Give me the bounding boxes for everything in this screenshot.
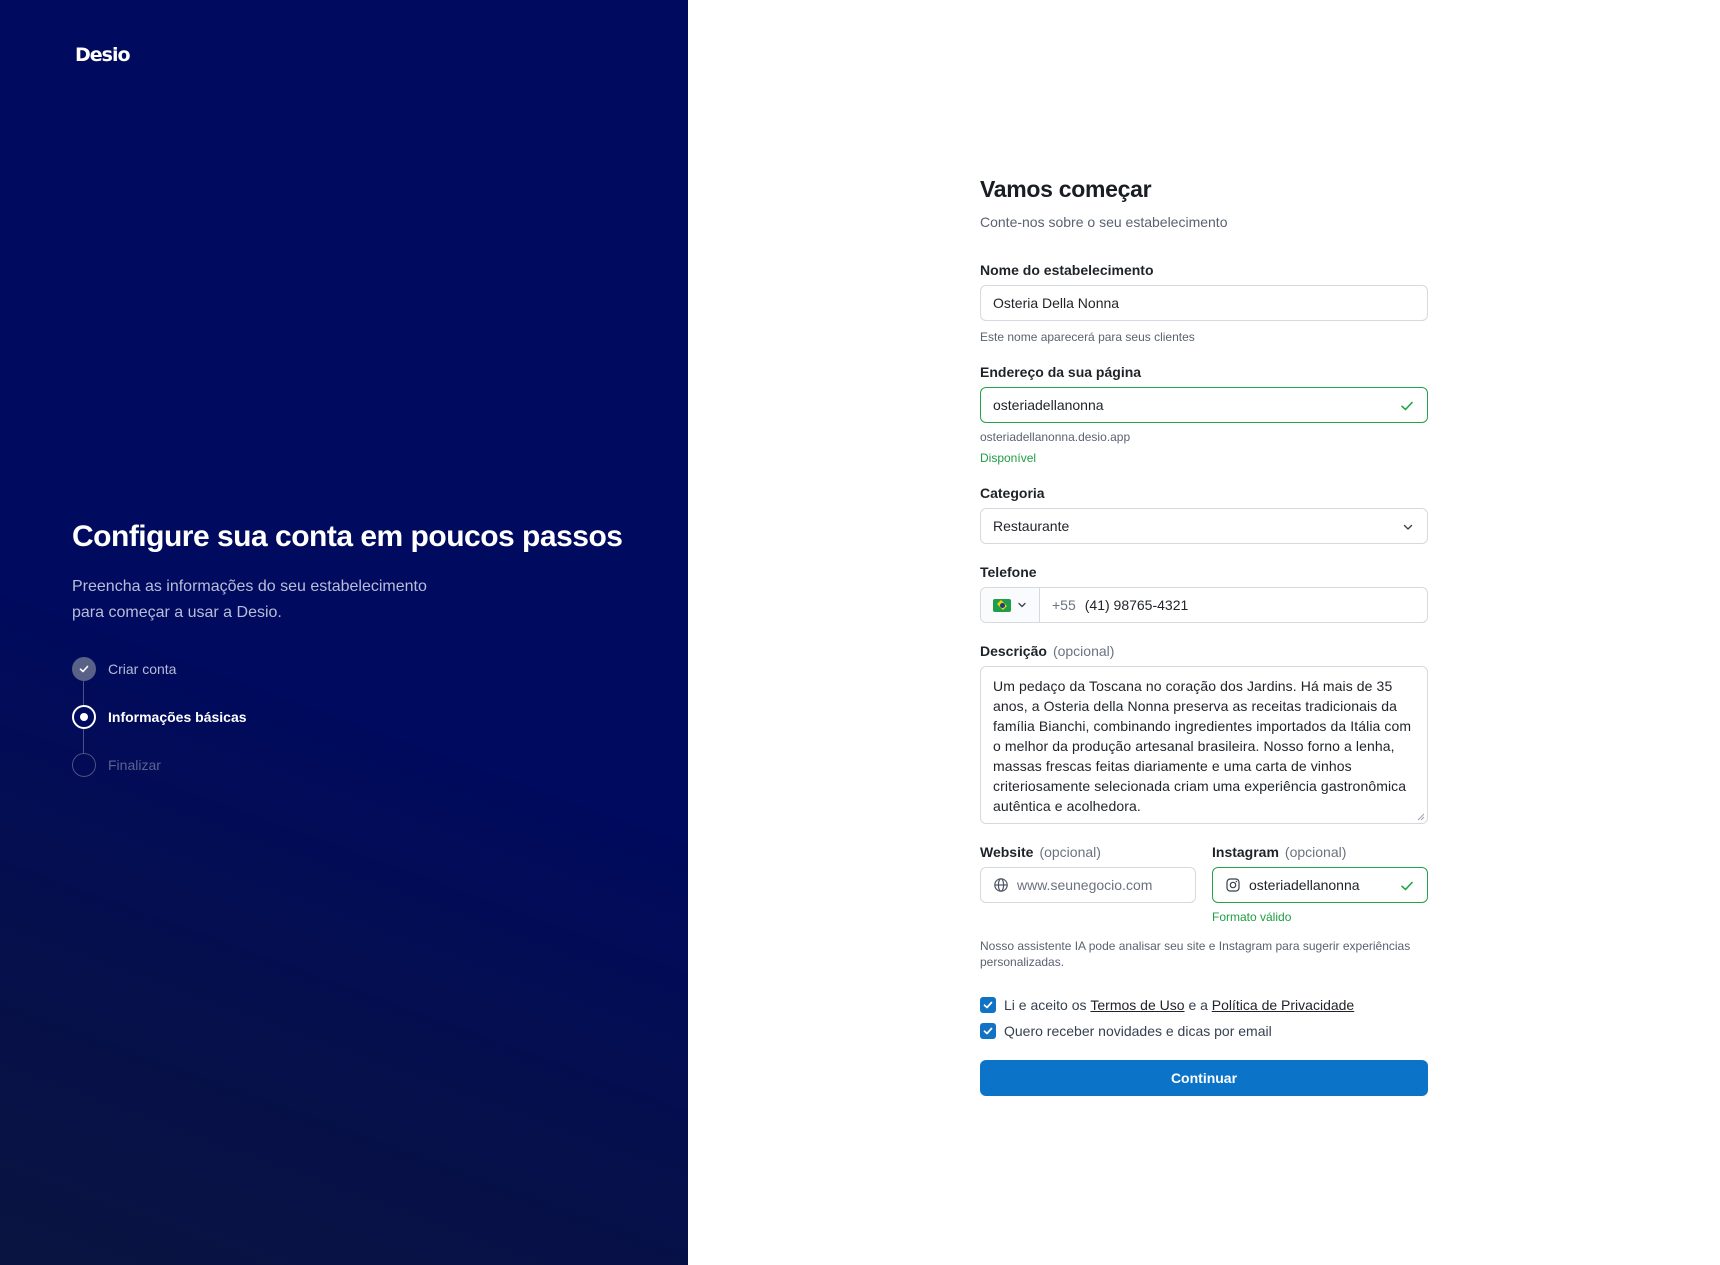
checkmark-icon bbox=[983, 1027, 993, 1035]
optional-tag: (opcional) bbox=[1039, 844, 1101, 860]
page-address-label: Endereço da sua página bbox=[980, 364, 1142, 380]
instagram-label: Instagram (opcional) bbox=[1212, 844, 1428, 860]
description-textarea[interactable]: Um pedaço da Toscana no coração dos Jard… bbox=[980, 666, 1428, 824]
globe-icon bbox=[994, 878, 1008, 892]
resize-handle-icon[interactable] bbox=[1417, 813, 1425, 821]
terms-checkbox[interactable] bbox=[980, 997, 996, 1013]
checkmark-icon bbox=[983, 1001, 993, 1009]
country-code: +55 bbox=[1052, 597, 1076, 613]
country-select[interactable] bbox=[981, 588, 1040, 622]
page-url-hint: osteriadellanonna.desio.app bbox=[980, 430, 1131, 444]
website-group: Website (opcional) www.seunegocio.com bbox=[980, 844, 1196, 924]
step-done-check-icon bbox=[72, 657, 96, 681]
newsletter-row: Quero receber novidades e dicas por emai… bbox=[980, 1023, 1428, 1039]
step-label: Criar conta bbox=[108, 661, 177, 677]
instagram-input[interactable]: osteriadellanonna bbox=[1212, 867, 1428, 903]
step-finalizar: Finalizar bbox=[72, 753, 247, 801]
chevron-down-icon bbox=[1018, 602, 1026, 608]
onboarding-side-panel: Desio Configure sua conta em poucos pass… bbox=[0, 0, 688, 1265]
step-informacoes-basicas: Informações básicas bbox=[72, 705, 247, 753]
instagram-label-text: Instagram bbox=[1212, 844, 1279, 860]
description-label: Descrição (opcional) bbox=[980, 643, 1428, 659]
logo-text: Desio bbox=[75, 44, 131, 66]
name-hint: Este nome aparecerá para seus clientes bbox=[980, 330, 1195, 344]
step-connector bbox=[83, 729, 84, 753]
website-placeholder: www.seunegocio.com bbox=[1017, 877, 1153, 893]
step-pending-icon bbox=[72, 753, 96, 777]
website-input[interactable]: www.seunegocio.com bbox=[980, 867, 1196, 903]
terms-of-use-link[interactable]: Termos de Uso bbox=[1090, 997, 1184, 1013]
step-criar-conta: Criar conta bbox=[72, 657, 247, 705]
valid-check-icon bbox=[1401, 881, 1413, 891]
phone-value: (41) 98765-4321 bbox=[1084, 597, 1189, 613]
page-address-input[interactable]: osteriadellanonna bbox=[980, 387, 1428, 423]
terms-row: Li e aceito os Termos de Uso e a Polític… bbox=[980, 997, 1428, 1013]
newsletter-checkbox[interactable] bbox=[980, 1023, 996, 1039]
description-value: Um pedaço da Toscana no coração dos Jard… bbox=[993, 678, 1412, 814]
optional-tag: (opcional) bbox=[1284, 844, 1347, 860]
phone-input[interactable]: +55 (41) 98765-4321 bbox=[1040, 588, 1427, 622]
description-label-text: Descrição bbox=[980, 643, 1047, 659]
privacy-policy-link[interactable]: Política de Privacidade bbox=[1212, 997, 1354, 1013]
category-label: Categoria bbox=[980, 485, 1045, 501]
desio-logo: Desio bbox=[75, 44, 133, 68]
optional-tag: (opcional) bbox=[1052, 643, 1115, 659]
step-current-icon bbox=[72, 705, 96, 729]
instagram-icon bbox=[1226, 878, 1240, 892]
form-subtitle: Conte-nos sobre o seu estabelecimento bbox=[980, 214, 1228, 230]
name-label: Nome do estabelecimento bbox=[980, 262, 1154, 278]
establishment-name-input[interactable]: Osteria Della Nonna bbox=[980, 285, 1428, 321]
category-value: Restaurante bbox=[993, 518, 1070, 534]
step-label: Informações básicas bbox=[108, 709, 247, 725]
establishment-name-value: Osteria Della Nonna bbox=[993, 295, 1120, 311]
page-availability-status: Disponível bbox=[980, 451, 1037, 465]
step-label: Finalizar bbox=[108, 757, 161, 773]
page-address-value: osteriadellanonna bbox=[993, 397, 1104, 413]
progress-steps: Criar conta Informações básicas Finaliza… bbox=[72, 657, 247, 801]
valid-check-icon bbox=[1401, 401, 1413, 411]
panel-title: Configure sua conta em poucos passos bbox=[72, 520, 623, 553]
instagram-status: Formato válido bbox=[1212, 910, 1292, 924]
instagram-value: osteriadellanonna bbox=[1249, 877, 1360, 893]
panel-subtitle-line2: para começar a usar a Desio. bbox=[72, 604, 282, 621]
instagram-group: Instagram (opcional) osteriadellanonna Fo… bbox=[1212, 844, 1428, 924]
form-title: Vamos começar bbox=[980, 176, 1152, 202]
social-row: Website (opcional) www.seunegocio.com Ins… bbox=[980, 844, 1428, 924]
panel-subtitle: Preencha as informações do seu estabelec… bbox=[72, 574, 452, 626]
website-label-text: Website bbox=[980, 844, 1034, 860]
panel-subtitle-line1: Preencha as informações do seu estabelec… bbox=[72, 578, 427, 595]
continue-button[interactable]: Continuar bbox=[980, 1060, 1428, 1096]
onboarding-form: Vamos começar Conte-nos sobre o seu esta… bbox=[980, 170, 1428, 1096]
website-label: Website (opcional) bbox=[980, 844, 1196, 860]
phone-field: +55 (41) 98765-4321 bbox=[980, 587, 1428, 623]
step-connector bbox=[83, 681, 84, 705]
category-select[interactable]: Restaurante bbox=[980, 508, 1428, 544]
brazil-flag-icon bbox=[993, 598, 1011, 612]
terms-prefix: Li e aceito os bbox=[1004, 997, 1087, 1013]
newsletter-label: Quero receber novidades e dicas por emai… bbox=[1004, 1023, 1272, 1039]
terms-middle: e a bbox=[1188, 997, 1208, 1013]
ai-assistant-note: Nosso assistente IA pode analisar seu si… bbox=[980, 939, 1411, 969]
chevron-down-icon bbox=[1403, 524, 1413, 530]
phone-label: Telefone bbox=[980, 564, 1037, 580]
